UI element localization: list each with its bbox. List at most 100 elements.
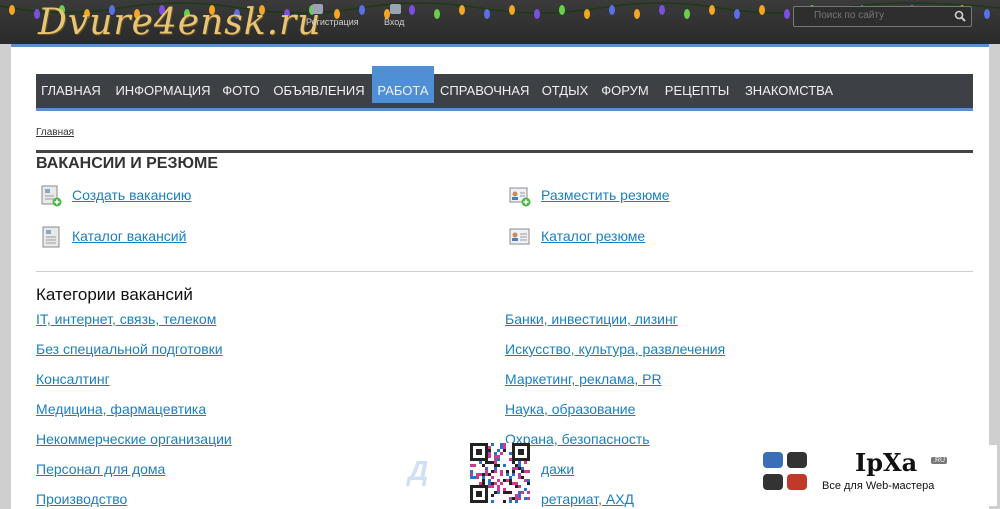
qr-module — [527, 497, 530, 500]
qr-module — [503, 443, 506, 446]
category-link[interactable]: Некоммерческие организации — [36, 431, 232, 447]
cube-icon — [787, 452, 807, 468]
nav-item-dating[interactable]: ЗНАКОМСТВА — [744, 74, 834, 108]
qr-module — [494, 491, 497, 494]
post-resume-link[interactable]: Разместить резюме — [541, 187, 670, 203]
search-input[interactable] — [814, 8, 944, 23]
nav-item-forum[interactable]: ФОРУМ — [600, 74, 650, 108]
category-link[interactable]: Персонал для дома — [36, 461, 165, 477]
qr-module — [482, 464, 485, 467]
nav-item-reference[interactable]: СПРАВОЧНАЯ — [440, 74, 529, 108]
breadcrumb-home[interactable]: Главная — [36, 127, 74, 138]
categories-divider — [36, 271, 973, 272]
qr-module — [485, 467, 488, 470]
garland-bulb — [559, 5, 565, 15]
qr-module — [497, 491, 500, 494]
qr-module — [500, 482, 503, 485]
nav-item-information[interactable]: ИНФОРМАЦИЯ — [112, 74, 214, 108]
qr-module — [521, 476, 524, 479]
nav-item-leisure[interactable]: ОТДЫХ — [536, 74, 594, 108]
qr-module — [518, 461, 521, 464]
qr-module — [488, 485, 491, 488]
qr-module — [491, 500, 494, 503]
resume-catalog-icon — [509, 228, 530, 245]
qr-finder — [518, 449, 524, 455]
category-link[interactable]: Консалтинг — [36, 371, 110, 387]
qr-module — [494, 482, 497, 485]
qr-module — [494, 461, 497, 464]
qr-module — [488, 461, 491, 464]
garland-bulb — [709, 5, 715, 15]
qr-module — [494, 470, 497, 473]
garland-bulb — [9, 5, 15, 15]
garland-bulb — [784, 9, 790, 19]
qr-module — [500, 473, 503, 476]
qr-module — [479, 482, 482, 485]
qr-module — [503, 446, 506, 449]
category-link[interactable]: дажи — [541, 461, 574, 477]
category-link[interactable]: Банки, инвестиции, лизинг — [505, 311, 678, 327]
qr-module — [506, 470, 509, 473]
register-link[interactable]: Регистрация — [306, 4, 359, 27]
category-link[interactable]: IT, интернет, связь, телеком — [36, 311, 216, 327]
qr-module — [494, 458, 497, 461]
create-vacancy-link[interactable]: Создать вакансию — [72, 187, 191, 203]
login-label: Вход — [384, 17, 405, 27]
qr-module — [485, 470, 488, 473]
qr-module — [497, 455, 500, 458]
login-link[interactable]: Вход — [384, 4, 405, 27]
qr-module — [503, 464, 506, 467]
category-link[interactable]: Медицина, фармацевтика — [36, 401, 206, 417]
category-link[interactable]: Производство — [36, 491, 127, 507]
nav-item-home[interactable]: ГЛАВНАЯ — [36, 74, 106, 108]
category-link[interactable]: Наука, образование — [505, 401, 635, 417]
category-link[interactable]: Маркетинг, реклама, PR — [505, 371, 662, 387]
qr-module — [479, 461, 482, 464]
qr-module — [482, 473, 485, 476]
qr-module — [512, 461, 515, 464]
nav-item-recipes[interactable]: РЕЦЕПТЫ — [664, 74, 730, 108]
qr-module — [518, 491, 521, 494]
qr-module — [488, 452, 491, 455]
search-icon[interactable] — [954, 10, 966, 22]
qr-module — [509, 500, 512, 503]
qr-module — [491, 443, 494, 446]
qr-module — [494, 464, 497, 467]
qr-module — [494, 455, 497, 458]
nav-item-ads[interactable]: ОБЪЯВЛЕНИЯ — [270, 74, 368, 108]
ipxa-ru-badge: .RU — [931, 457, 948, 464]
qr-module — [470, 470, 473, 473]
qr-module — [515, 485, 518, 488]
category-link[interactable]: Без специальной подготовки — [36, 341, 223, 357]
qr-module — [509, 476, 512, 479]
nav-item-photo[interactable]: ФОТО — [218, 74, 264, 108]
garland-bulb — [459, 5, 465, 15]
nav-item-jobs[interactable]: РАБОТА — [372, 66, 434, 103]
qr-module — [470, 464, 473, 467]
ipxa-brand: IpXa — [855, 448, 918, 477]
garland-bulb — [984, 9, 990, 19]
qr-module — [509, 452, 512, 455]
qr-module — [518, 464, 521, 467]
qr-module — [503, 449, 506, 452]
vacancy-catalog-link[interactable]: Каталог вакансий — [72, 228, 186, 244]
create-vacancy-icon — [41, 185, 62, 207]
category-link[interactable]: ретариат, АХД — [541, 491, 634, 507]
qr-module — [518, 485, 521, 488]
qr-module — [518, 497, 521, 500]
qr-module — [497, 488, 500, 491]
qr-module — [476, 473, 479, 476]
qr-module — [509, 482, 512, 485]
resume-catalog-link[interactable]: Каталог резюме — [541, 228, 645, 244]
category-link[interactable]: Искусство, культура, развлечения — [505, 341, 725, 357]
garland-bulb — [534, 9, 540, 19]
qr-module — [479, 473, 482, 476]
site-logo[interactable]: Dvure4ensk.ru — [38, 2, 321, 43]
qr-module — [509, 491, 512, 494]
qr-module — [503, 488, 506, 491]
qr-module — [515, 494, 518, 497]
qr-module — [506, 473, 509, 476]
qr-module — [527, 482, 530, 485]
qr-module — [512, 467, 515, 470]
qr-module — [470, 476, 473, 479]
